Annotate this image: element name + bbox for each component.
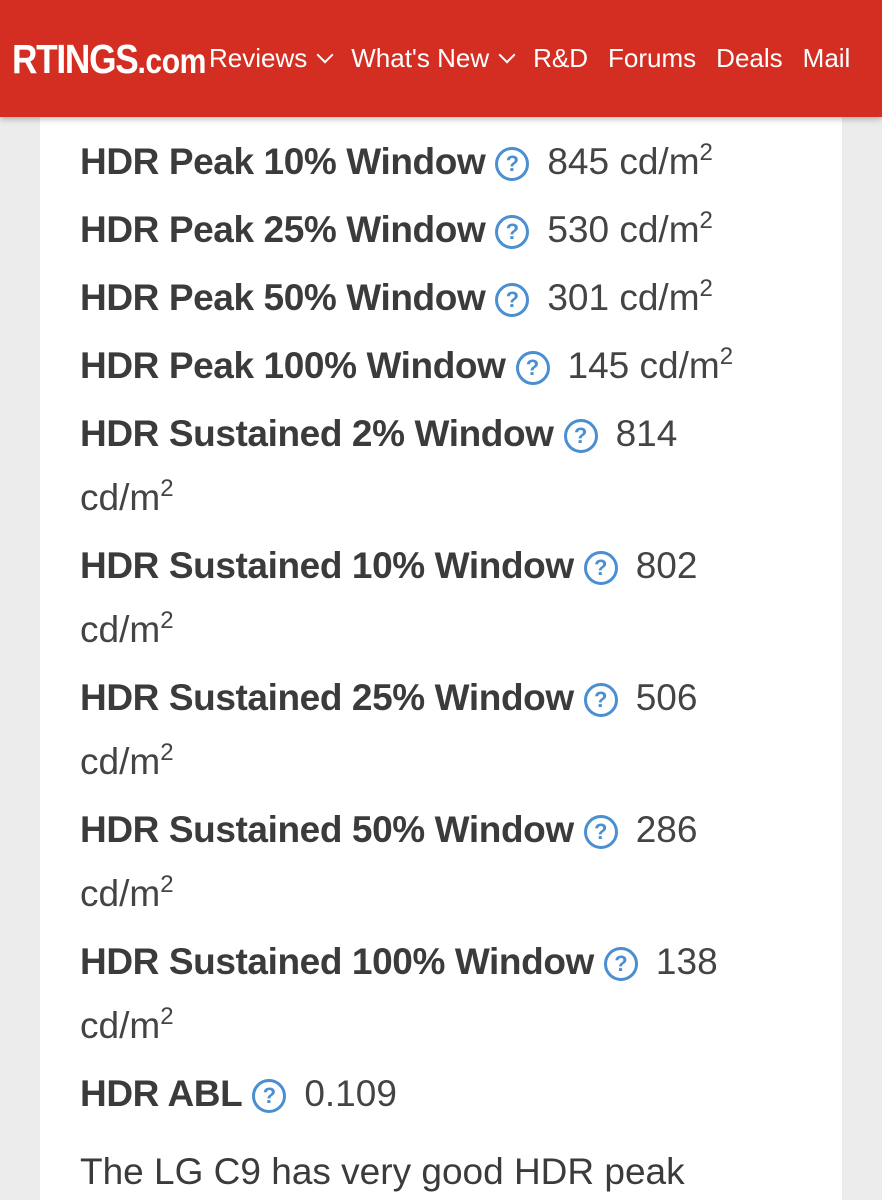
spec-number: 506 — [635, 677, 698, 718]
main-nav: Reviews What's New R&D Forums Deals Mail — [209, 38, 850, 78]
chevron-down-icon — [316, 46, 334, 64]
nav-item-label: Deals — [716, 43, 783, 73]
spec-value: 145 cd/m2 — [567, 343, 734, 387]
nav-item-label: Mail — [802, 43, 851, 73]
spec-number: 138 — [655, 941, 718, 982]
help-icon[interactable]: ? — [495, 147, 530, 181]
spec-label: HDR Sustained 10% Window — [80, 545, 574, 586]
spec-label: HDR Peak 10% Window — [80, 141, 486, 182]
spec-number: 301 — [547, 277, 610, 318]
spec-value: 845 cd/m2 — [547, 139, 713, 183]
spec-row: HDR Peak 10% Window? 845 cd/m2 — [80, 130, 770, 194]
spec-unit-exponent: 2 — [699, 207, 713, 234]
nav-item-label: Forums — [608, 43, 697, 73]
nav-item-mail[interactable]: Mail — [803, 38, 851, 78]
nav-item-whats-new[interactable]: What's New — [351, 38, 516, 78]
spec-row: HDR ABL? 0.109 — [80, 1062, 770, 1126]
spec-label: HDR Peak 25% Window — [80, 209, 486, 250]
logo-main: RTINGS — [12, 36, 139, 82]
review-summary-text: The LG C9 has very good HDR peak — [80, 1151, 685, 1192]
help-icon[interactable]: ? — [495, 283, 530, 317]
help-icon[interactable]: ? — [583, 815, 618, 849]
logo-suffix: .com — [137, 42, 207, 81]
spec-number: 145 — [567, 345, 630, 386]
spec-unit: cd/m — [80, 873, 161, 914]
nav-item-label: What's New — [351, 43, 490, 73]
spec-unit-exponent: 2 — [719, 343, 734, 370]
spec-label: HDR Sustained 100% Window — [80, 941, 594, 982]
spec-unit-exponent: 2 — [160, 1003, 174, 1030]
spec-row: HDR Peak 100% Window? 145 cd/m2 — [80, 334, 770, 398]
spec-label: HDR Peak 50% Window — [80, 277, 486, 318]
spec-row: HDR Peak 25% Window? 530 cd/m2 — [80, 198, 770, 262]
spec-label: HDR Peak 100% Window — [80, 345, 506, 386]
hdr-brightness-spec-list: HDR Peak 10% Window? 845 cd/m2 HDR Peak 2… — [80, 130, 770, 1126]
nav-item-forums[interactable]: Forums — [608, 38, 696, 78]
spec-unit: cd/m — [80, 1005, 161, 1046]
spec-number: 530 — [547, 209, 610, 250]
nav-item-reviews[interactable]: Reviews — [209, 38, 334, 78]
spec-number: 286 — [635, 809, 698, 850]
spec-number: 802 — [635, 545, 698, 586]
spec-number: 0.109 — [304, 1073, 397, 1114]
spec-unit-exponent: 2 — [160, 739, 174, 766]
spec-unit: cd/m — [80, 741, 161, 782]
spec-value: 0.109 — [304, 1073, 397, 1114]
spec-label: HDR Sustained 50% Window — [80, 809, 574, 850]
spec-unit-exponent: 2 — [160, 871, 174, 898]
spec-value: 530 cd/m2 — [547, 207, 713, 251]
help-icon[interactable]: ? — [252, 1079, 287, 1113]
nav-item-rd[interactable]: R&D — [533, 38, 588, 78]
spec-unit-exponent: 2 — [699, 275, 713, 302]
help-icon[interactable]: ? — [583, 551, 618, 585]
spec-unit: cd/m — [619, 209, 700, 250]
spec-unit: cd/m — [639, 345, 720, 386]
spec-row: HDR Sustained 100% Window? 138 cd/m2 — [80, 930, 770, 1058]
nav-item-label: Reviews — [209, 43, 308, 73]
spec-row: HDR Peak 50% Window? 301 cd/m2 — [80, 266, 770, 330]
spec-value: 301 cd/m2 — [547, 275, 713, 319]
spec-row: HDR Sustained 25% Window? 506 cd/m2 — [80, 666, 770, 794]
spec-number: 814 — [615, 413, 678, 454]
chevron-down-icon — [498, 46, 516, 64]
spec-row: HDR Sustained 2% Window? 814 cd/m2 — [80, 402, 770, 530]
help-icon[interactable]: ? — [563, 419, 598, 453]
nav-item-label: R&D — [533, 43, 589, 73]
spec-unit-exponent: 2 — [160, 475, 174, 502]
spec-label: HDR Sustained 2% Window — [80, 413, 554, 454]
top-navigation-bar: RTINGS.com Reviews What's New R&D Forums… — [0, 0, 882, 117]
spec-row: HDR Sustained 50% Window? 286 cd/m2 — [80, 798, 770, 926]
spec-unit-exponent: 2 — [699, 139, 713, 166]
spec-unit: cd/m — [80, 609, 161, 650]
help-icon[interactable]: ? — [515, 351, 550, 385]
spec-unit-exponent: 2 — [160, 607, 174, 634]
help-icon[interactable]: ? — [495, 215, 530, 249]
spec-unit: cd/m — [619, 277, 700, 318]
help-icon[interactable]: ? — [583, 683, 618, 717]
spec-number: 845 — [547, 141, 610, 182]
spec-row: HDR Sustained 10% Window? 802 cd/m2 — [80, 534, 770, 662]
nav-item-deals[interactable]: Deals — [716, 38, 782, 78]
spec-unit: cd/m — [80, 477, 161, 518]
spec-label: HDR ABL — [80, 1073, 243, 1114]
site-logo[interactable]: RTINGS.com — [12, 34, 206, 87]
spec-unit: cd/m — [619, 141, 700, 182]
spec-label: HDR Sustained 25% Window — [80, 677, 574, 718]
help-icon[interactable]: ? — [603, 947, 638, 981]
